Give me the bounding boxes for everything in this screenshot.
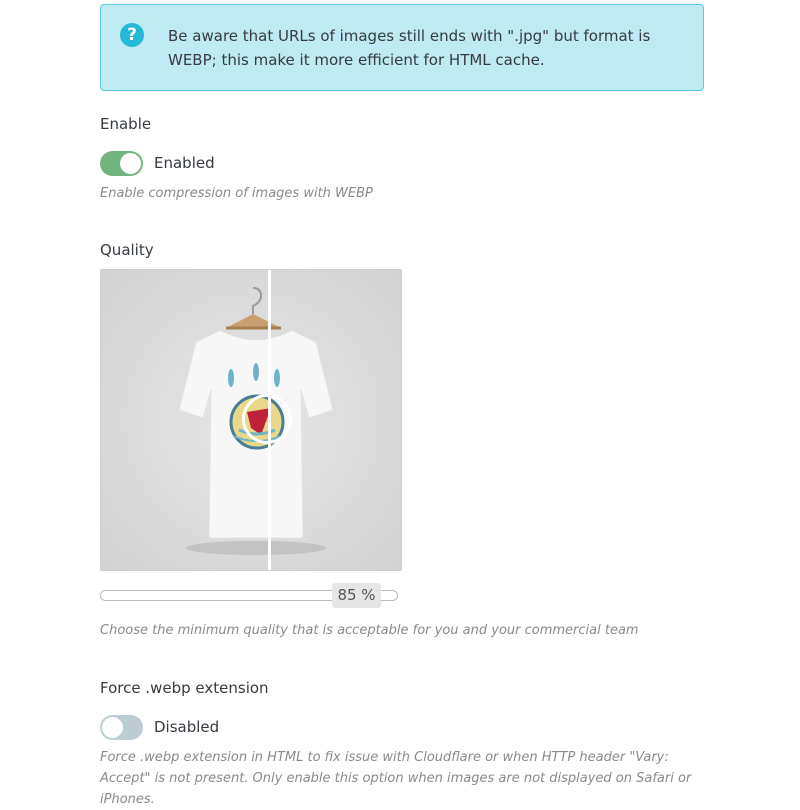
alert-message: Be aware that URLs of images still ends … xyxy=(168,27,651,69)
enable-state-label: Enabled xyxy=(154,154,215,172)
force-webp-help-text: Force .webp extension in HTML to fix iss… xyxy=(100,750,692,807)
info-alert: ? Be aware that URLs of images still end… xyxy=(100,4,704,91)
force-webp-toggle[interactable] xyxy=(100,715,143,740)
quality-label: Quality xyxy=(100,241,154,259)
force-webp-state-label: Disabled xyxy=(154,718,220,736)
toggle-knob xyxy=(120,153,141,174)
enable-toggle[interactable] xyxy=(100,151,143,176)
toggle-knob xyxy=(102,717,123,738)
quality-slider-value[interactable]: 85 % xyxy=(332,583,381,608)
quality-preview-image[interactable] xyxy=(100,269,402,571)
enable-help-text: Enable compression of images with WEBP xyxy=(100,186,373,201)
quality-help-text: Choose the minimum quality that is accep… xyxy=(100,623,639,638)
question-circle-icon: ? xyxy=(120,23,144,47)
compare-handle[interactable] xyxy=(242,394,292,444)
enable-label: Enable xyxy=(100,115,152,133)
force-webp-label: Force .webp extension xyxy=(100,679,269,697)
